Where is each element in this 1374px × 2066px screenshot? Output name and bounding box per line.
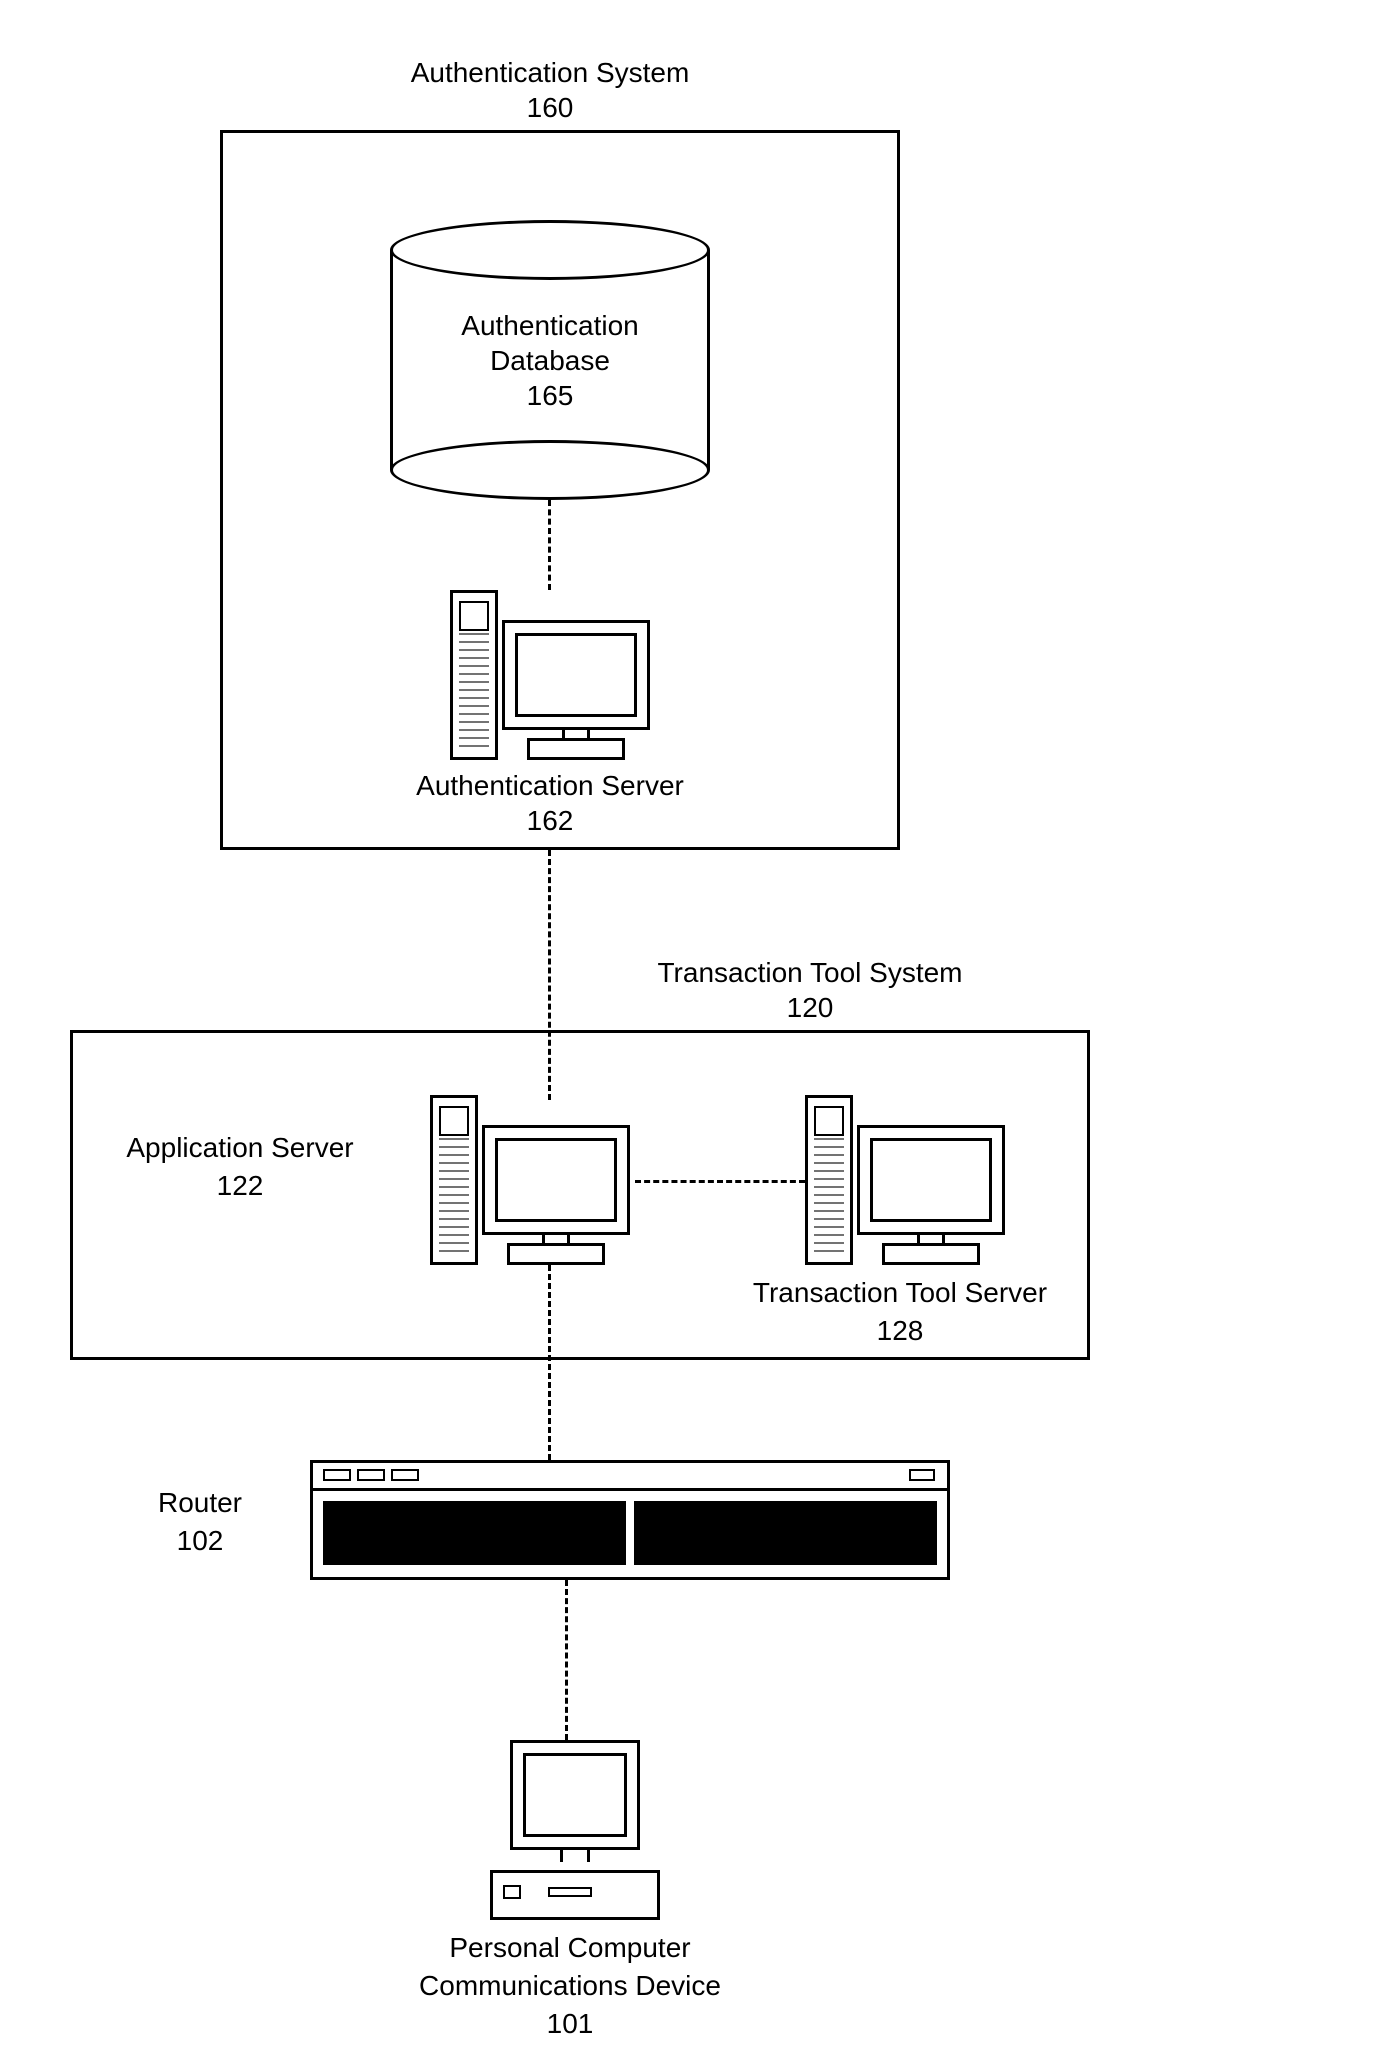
conn-db-authserver xyxy=(548,500,551,590)
pc-icon xyxy=(490,1740,660,1920)
pc-ref: 101 xyxy=(330,2006,810,2041)
auth-server-ref: 162 xyxy=(350,803,750,838)
auth-server-icon xyxy=(450,590,650,760)
tt-server-ref: 128 xyxy=(720,1313,1080,1348)
app-server-label: Application Server xyxy=(90,1130,390,1165)
app-server-ref: 122 xyxy=(90,1168,390,1203)
conn-tts-router xyxy=(548,1265,551,1460)
auth-system-title: Authentication System xyxy=(330,55,770,90)
tts-title: Transaction Tool System xyxy=(590,955,1030,990)
pc-label-1: Personal Computer xyxy=(330,1930,810,1965)
router-icon xyxy=(310,1460,950,1580)
db-label-1: Authentication xyxy=(461,308,638,343)
router-ref: 102 xyxy=(110,1523,290,1558)
pc-label-2: Communications Device xyxy=(330,1968,810,2003)
app-server-icon xyxy=(430,1095,630,1265)
tt-server-label: Transaction Tool Server xyxy=(720,1275,1080,1310)
router-label: Router xyxy=(110,1485,290,1520)
conn-app-tt xyxy=(635,1180,805,1183)
db-ref: 165 xyxy=(527,378,574,413)
tt-server-icon xyxy=(805,1095,1005,1265)
auth-server-label: Authentication Server xyxy=(350,768,750,803)
db-label-2: Database xyxy=(490,343,610,378)
tts-ref: 120 xyxy=(590,990,1030,1025)
auth-system-ref: 160 xyxy=(330,90,770,125)
conn-router-pc xyxy=(565,1580,568,1740)
database-icon: Authentication Database 165 xyxy=(390,220,710,500)
